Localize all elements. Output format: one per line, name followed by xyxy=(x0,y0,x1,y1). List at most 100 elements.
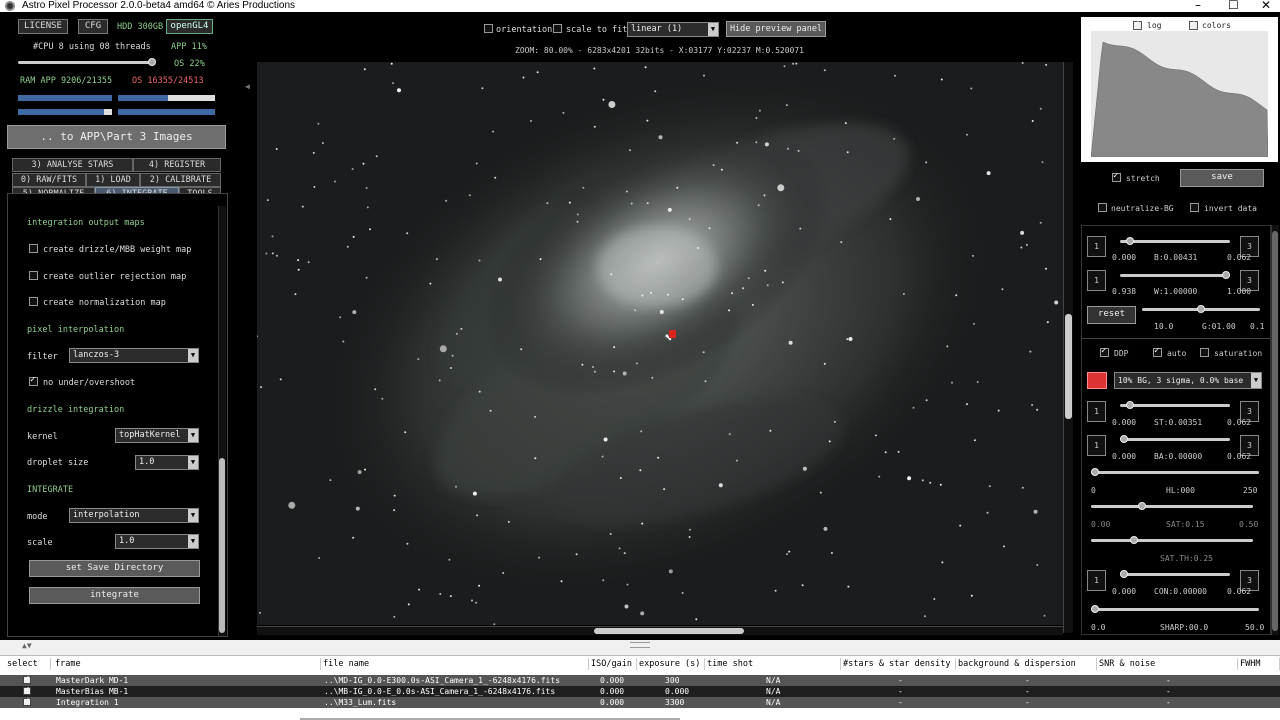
preset-color-button[interactable] xyxy=(1087,372,1107,389)
st-slider-knob[interactable] xyxy=(1126,401,1134,409)
image-horizontal-scrollbar-thumb[interactable] xyxy=(594,628,744,634)
resize-handle-icon[interactable] xyxy=(630,642,650,648)
droplet-size-select[interactable]: 1.0 ▼ xyxy=(135,455,199,470)
g-slider-knob[interactable] xyxy=(1197,305,1205,313)
column-stars[interactable]: #stars & star density xyxy=(841,658,956,670)
auto-checkbox[interactable] xyxy=(1153,346,1162,357)
galaxy-image[interactable] xyxy=(257,62,1063,625)
filter-select[interactable]: lanczos-3 ▼ xyxy=(69,348,199,363)
hide-preview-panel-button[interactable]: Hide preview panel xyxy=(726,21,826,37)
license-button[interactable]: LICENSE xyxy=(18,19,68,34)
b-slider-track[interactable] xyxy=(1120,240,1230,243)
chevron-down-icon: ▼ xyxy=(188,509,198,522)
set-save-directory-button[interactable]: set Save Directory xyxy=(29,560,200,577)
tab-raw-fits[interactable]: 0) RAW/FITS xyxy=(12,173,86,187)
sat-th-slider-track[interactable] xyxy=(1091,539,1253,542)
maximize-icon[interactable]: ☐ xyxy=(1228,0,1239,12)
con-step-down-button[interactable]: 1 xyxy=(1087,570,1106,591)
save-button[interactable]: save xyxy=(1180,169,1264,187)
integrate-panel-scrollbar[interactable] xyxy=(218,206,226,636)
normalization-map-checkbox[interactable] xyxy=(29,297,38,306)
column-iso-gain[interactable]: ISO/gain xyxy=(589,658,637,670)
con-slider-track[interactable] xyxy=(1120,573,1230,576)
sat-max: 0.50 xyxy=(1239,520,1259,529)
hl-slider-track[interactable] xyxy=(1091,471,1259,474)
st-step-down-button[interactable]: 1 xyxy=(1087,401,1106,422)
scale-select[interactable]: 1.0 ▼ xyxy=(115,534,199,549)
table-row[interactable]: MasterBias MB-1 ..\MB-IG_0.0-E_0.0s-ASI_C… xyxy=(0,685,1280,697)
minimize-icon[interactable]: – xyxy=(1195,0,1201,12)
image-preview[interactable]: ⬉ xyxy=(257,62,1063,625)
ba-step-down-button[interactable]: 1 xyxy=(1087,435,1106,456)
column-fwhm[interactable]: FWHM xyxy=(1238,658,1280,670)
ddp-preset-select[interactable]: 10% BG, 3 sigma, 0.0% base ▼ xyxy=(1114,372,1262,389)
colors-checkbox[interactable] xyxy=(1189,19,1198,30)
sat-slider-knob[interactable] xyxy=(1138,502,1146,510)
row-select-checkbox[interactable] xyxy=(23,696,31,707)
sharp-slider-track[interactable] xyxy=(1091,608,1259,611)
column-time-shot[interactable]: time shot xyxy=(705,658,841,670)
row-select-checkbox[interactable] xyxy=(23,685,31,696)
row-select-checkbox[interactable] xyxy=(23,674,31,685)
column-background[interactable]: background & dispersion xyxy=(956,658,1097,670)
opengl-button[interactable]: openGL4 xyxy=(166,19,213,34)
table-row[interactable]: MasterDark MD-1 ..\MD-IG_0.0-E300.0s-ASI_… xyxy=(0,674,1280,686)
star xyxy=(781,281,784,284)
tab-analyse-stars[interactable]: 3) ANALYSE STARS xyxy=(12,158,133,172)
right-panel-scrollbar[interactable] xyxy=(1271,225,1279,635)
column-file-name[interactable]: file name xyxy=(321,658,589,670)
log-checkbox[interactable] xyxy=(1133,19,1142,30)
ba-slider-track[interactable] xyxy=(1120,438,1230,441)
stretch-mode-select[interactable]: linear (1) ▼ xyxy=(627,22,719,37)
neutralize-bg-checkbox[interactable] xyxy=(1098,203,1107,212)
hl-slider-knob[interactable] xyxy=(1091,468,1099,476)
tab-register[interactable]: 4) REGISTER xyxy=(133,158,221,172)
tab-calibrate[interactable]: 2) CALIBRATE xyxy=(140,173,221,187)
close-icon[interactable]: ✕ xyxy=(1261,0,1271,12)
integrate-button[interactable]: integrate xyxy=(29,587,200,604)
b-step-down-button[interactable]: 1 xyxy=(1087,236,1106,257)
st-slider-track[interactable] xyxy=(1120,404,1230,407)
no-overshoot-checkbox[interactable] xyxy=(29,375,38,386)
column-select[interactable]: select xyxy=(5,658,51,670)
scale-to-fit-checkbox[interactable] xyxy=(553,24,562,33)
right-panel-scrollbar-thumb[interactable] xyxy=(1272,231,1278,631)
star xyxy=(364,468,366,471)
cpu-slider-knob[interactable] xyxy=(148,58,156,66)
image-horizontal-scrollbar[interactable] xyxy=(257,626,1063,635)
image-vertical-scrollbar-thumb[interactable] xyxy=(1065,314,1072,419)
left-collapse-arrow-icon[interactable]: ◀ xyxy=(245,82,250,91)
star xyxy=(718,483,723,488)
tab-load[interactable]: 1) LOAD xyxy=(86,173,140,187)
image-vertical-scrollbar[interactable] xyxy=(1063,62,1073,633)
sat-th-slider-knob[interactable] xyxy=(1130,536,1138,544)
table-row[interactable]: Integration 1 ..\M33_Lum.fits 0.000 3300 N/A… xyxy=(0,696,1280,708)
kernel-select[interactable]: topHatKernel ▼ xyxy=(115,428,199,443)
column-frame[interactable]: frame xyxy=(53,658,321,670)
outlier-map-checkbox[interactable] xyxy=(29,271,38,280)
working-directory-button[interactable]: .. to APP\Part 3 Images xyxy=(7,125,226,149)
column-snr[interactable]: SNR & noise xyxy=(1097,658,1238,670)
drizzle-map-checkbox[interactable] xyxy=(29,244,38,253)
stretch-checkbox[interactable] xyxy=(1112,171,1121,182)
sharp-slider-knob[interactable] xyxy=(1091,605,1099,613)
saturation-checkbox[interactable] xyxy=(1200,348,1209,357)
reset-button[interactable]: reset xyxy=(1087,306,1136,324)
w-step-down-button[interactable]: 1 xyxy=(1087,270,1106,291)
star xyxy=(731,292,734,295)
ba-slider-knob[interactable] xyxy=(1120,435,1128,443)
w-slider-track[interactable] xyxy=(1120,274,1230,277)
con-slider-knob[interactable] xyxy=(1120,570,1128,578)
column-exposure[interactable]: exposure (s) xyxy=(637,658,705,670)
orientation-checkbox[interactable] xyxy=(484,24,493,33)
cpu-slider-track[interactable] xyxy=(18,61,154,64)
integrate-panel-scrollbar-thumb[interactable] xyxy=(219,458,225,633)
invert-data-checkbox[interactable] xyxy=(1190,203,1199,212)
collapse-arrows-icon[interactable]: ▲▼ xyxy=(22,641,32,650)
w-slider-knob[interactable] xyxy=(1222,271,1230,279)
b-slider-knob[interactable] xyxy=(1126,237,1134,245)
sat-slider-track[interactable] xyxy=(1091,505,1253,508)
mode-select[interactable]: interpolation ▼ xyxy=(69,508,199,523)
cfg-button[interactable]: CFG xyxy=(78,19,108,34)
ddp-checkbox[interactable] xyxy=(1100,346,1109,357)
